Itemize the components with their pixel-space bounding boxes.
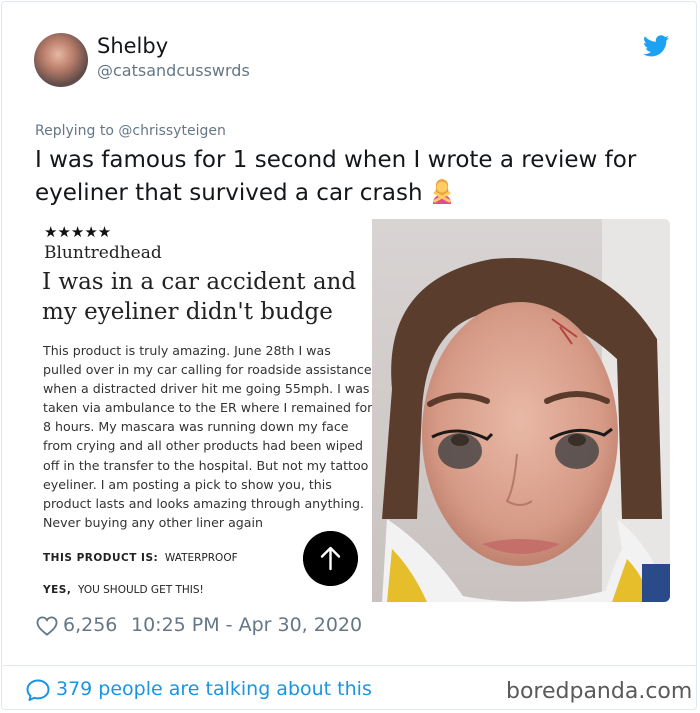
reviewer-name: Bluntredhead bbox=[44, 243, 162, 263]
tweet-text-content: I was famous for 1 second when I wrote a… bbox=[35, 147, 637, 206]
tweet-text: I was famous for 1 second when I wrote a… bbox=[35, 144, 675, 210]
star-rating: ★★★★★ bbox=[44, 223, 112, 241]
avatar[interactable] bbox=[34, 33, 88, 87]
product-attribute-label: THIS PRODUCT IS: bbox=[43, 552, 159, 564]
recommendation-label: YES, bbox=[43, 584, 72, 596]
replying-to[interactable]: Replying to @chrissyteigen bbox=[35, 123, 226, 139]
display-name[interactable]: Shelby bbox=[97, 34, 168, 58]
scroll-up-button[interactable] bbox=[303, 531, 358, 586]
speech-bubble-icon bbox=[26, 679, 50, 701]
product-attribute: THIS PRODUCT IS: WATERPROOF bbox=[43, 552, 238, 564]
like-count[interactable]: 6,256 bbox=[63, 614, 117, 636]
person-gesturing-no-emoji-icon bbox=[432, 179, 451, 204]
boredpanda-watermark: boredpanda.com bbox=[506, 679, 693, 704]
recommendation: YES, YOU SHOULD GET THIS! bbox=[43, 584, 204, 596]
heart-icon[interactable] bbox=[36, 616, 58, 636]
user-handle[interactable]: @catsandcusswrds bbox=[97, 61, 250, 80]
review-screenshot: ★★★★★ Bluntredhead I was in a car accide… bbox=[34, 219, 372, 602]
recommendation-value: YOU SHOULD GET THIS! bbox=[78, 584, 204, 596]
tweet-card: Shelby @catsandcusswrds Replying to @chr… bbox=[1, 1, 697, 710]
talking-about-text: 379 people are talking about this bbox=[56, 678, 372, 700]
review-body: This product is truly amazing. June 28th… bbox=[43, 343, 373, 530]
divider bbox=[3, 665, 697, 666]
accident-face-photo bbox=[372, 219, 670, 602]
twitter-bird-icon[interactable] bbox=[643, 35, 669, 57]
review-headline: I was in a car accident and my eyeliner … bbox=[42, 269, 357, 325]
timestamp[interactable]: 10:25 PM - Apr 30, 2020 bbox=[131, 614, 362, 636]
product-attribute-value: WATERPROOF bbox=[164, 552, 238, 564]
tweet-media[interactable]: ★★★★★ Bluntredhead I was in a car accide… bbox=[34, 219, 670, 602]
